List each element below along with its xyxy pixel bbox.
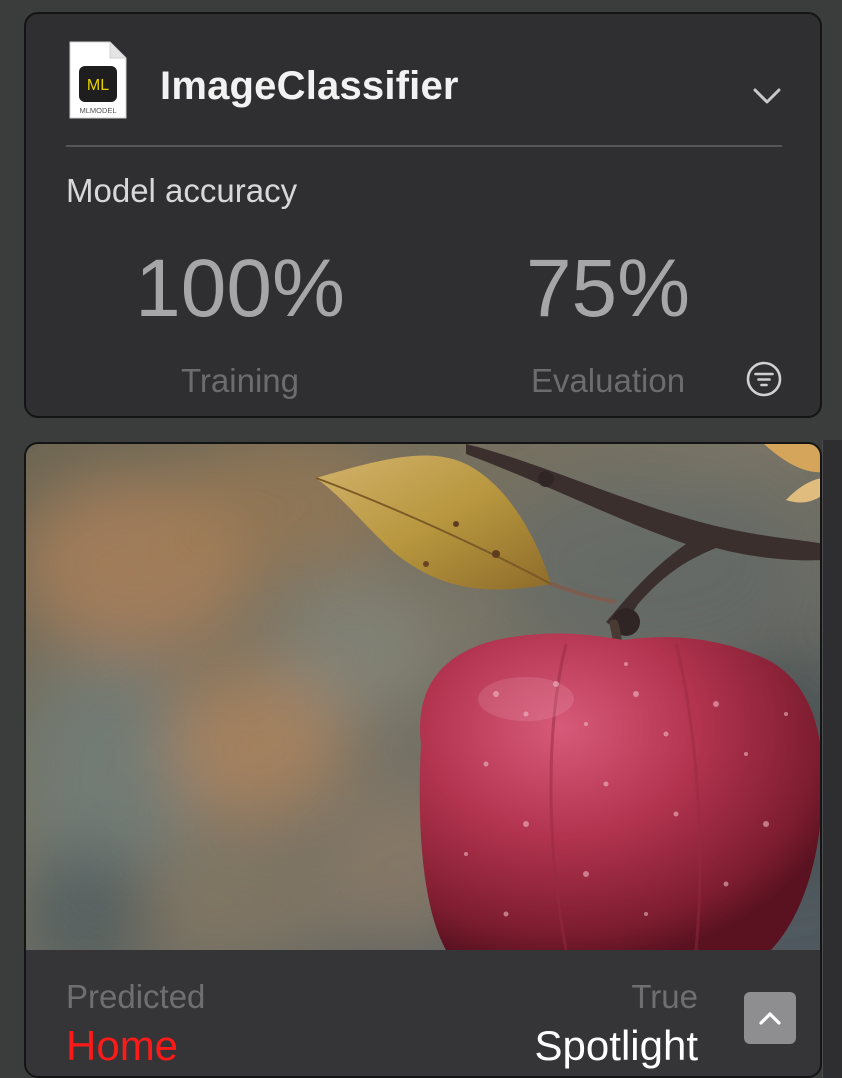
chevron-down-icon[interactable] (752, 86, 782, 106)
file-icon-caption: MLMODEL (79, 106, 116, 115)
evaluation-accuracy-value: 75% (525, 243, 691, 334)
apple-photo (26, 444, 820, 950)
mlmodel-file-icon: ML MLMODEL (69, 41, 127, 119)
model-card: ML MLMODEL ImageClassifier Model accurac… (24, 12, 822, 418)
predicted-label: Predicted (66, 978, 206, 1015)
filter-icon[interactable] (745, 360, 783, 398)
scrollbar-track[interactable] (822, 440, 842, 1078)
divider (66, 145, 782, 147)
collapse-button[interactable] (744, 992, 796, 1044)
image-card: Predicted Home True Spotlight (24, 442, 822, 1078)
training-label: Training (181, 362, 299, 399)
prediction-result-bar: Predicted Home True Spotlight (26, 950, 820, 1076)
true-label: True (631, 978, 698, 1015)
file-icon-badge: ML (87, 77, 109, 94)
true-value: Spotlight (534, 1022, 698, 1069)
evaluation-label: Evaluation (530, 362, 686, 399)
training-accuracy-value: 100% (135, 243, 345, 334)
model-name: ImageClassifier (160, 64, 459, 108)
page: ML MLMODEL ImageClassifier Model accurac… (0, 0, 842, 1078)
chevron-up-icon (759, 1012, 781, 1025)
predicted-value: Home (66, 1022, 179, 1069)
model-accuracy-title: Model accuracy (66, 172, 298, 209)
